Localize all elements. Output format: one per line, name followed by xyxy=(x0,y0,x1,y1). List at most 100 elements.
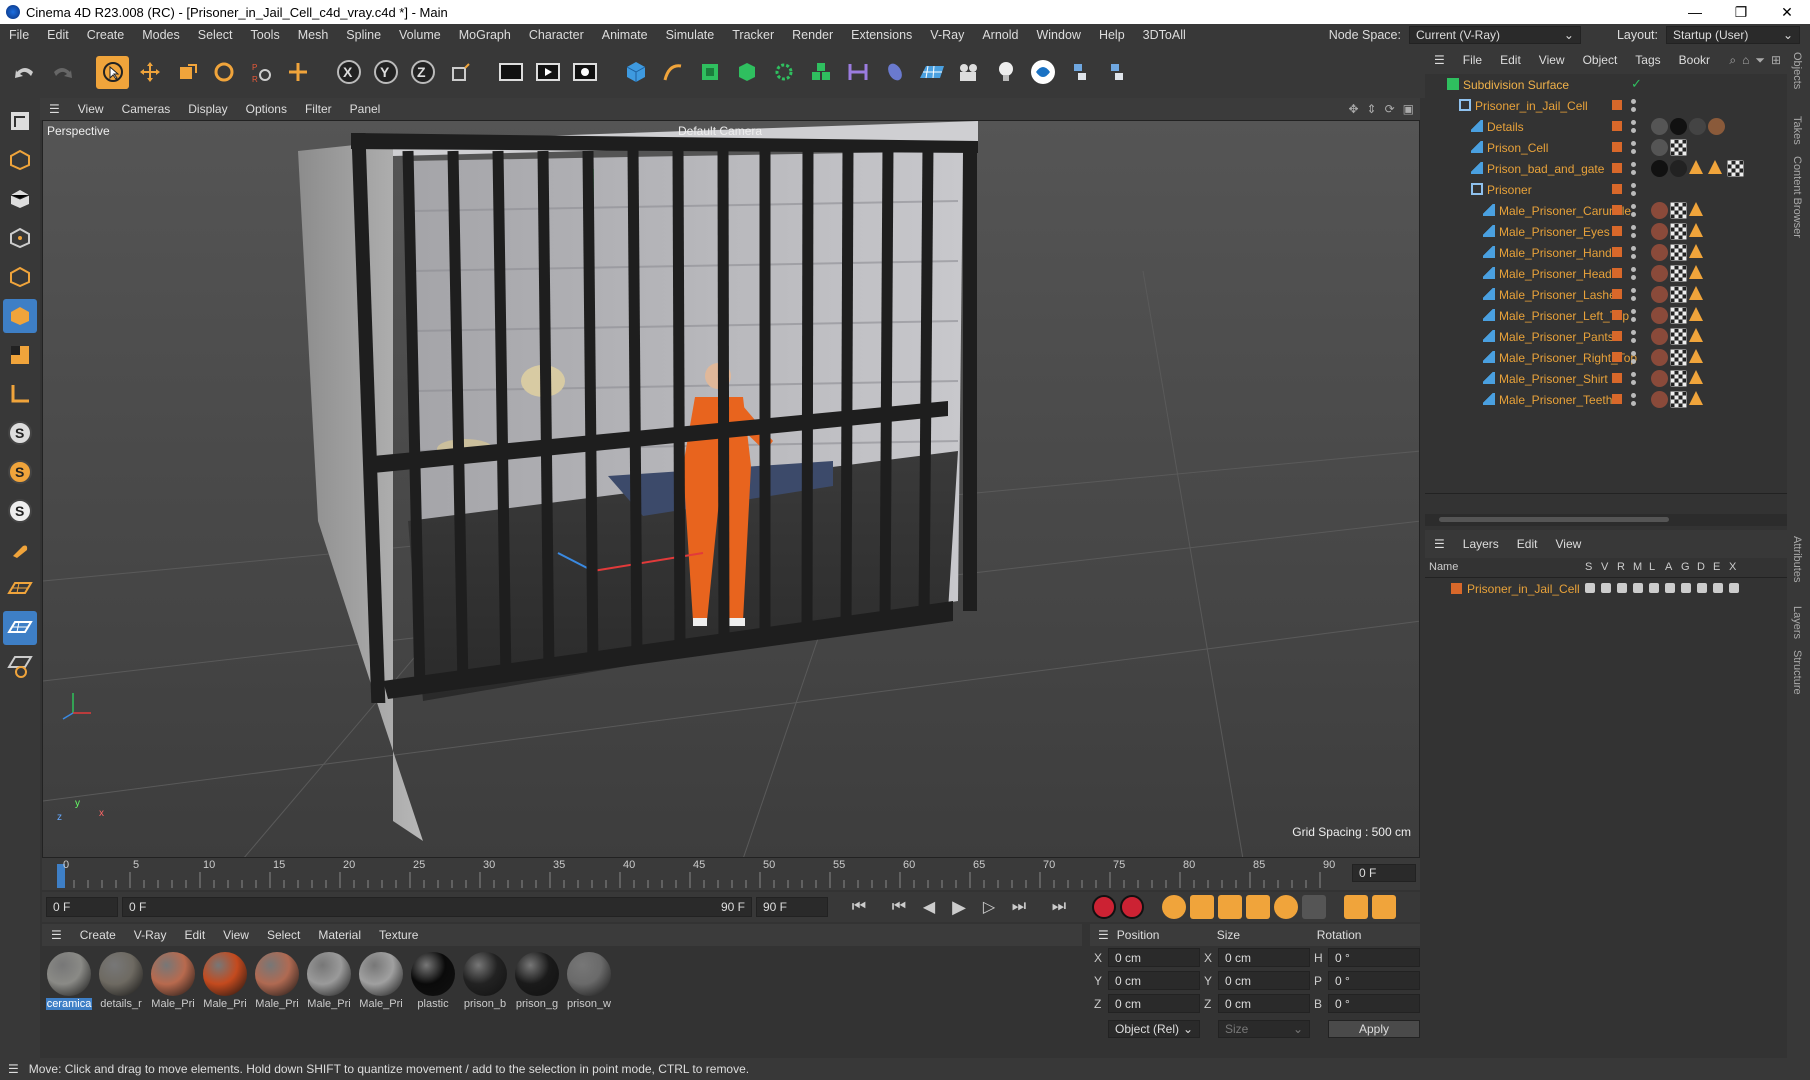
object-tree-row[interactable]: Prisoner xyxy=(1425,179,1787,200)
editor-visibility-dot[interactable] xyxy=(1631,309,1636,314)
layer-toggle-icon[interactable] xyxy=(1585,583,1595,593)
tab-layers[interactable]: Layers xyxy=(1791,606,1803,639)
render-view-button[interactable] xyxy=(531,56,564,89)
layer-column-a[interactable]: A xyxy=(1665,561,1672,573)
material-swatch[interactable]: Male_Pri xyxy=(254,952,300,1010)
material-tag-icon[interactable] xyxy=(1670,118,1687,135)
material-tag-icon[interactable] xyxy=(1651,139,1668,156)
x-axis-lock-button[interactable]: X xyxy=(332,56,365,89)
hamburger-icon[interactable]: ☰ xyxy=(40,102,69,116)
timeline-ruler[interactable]: 0 5 10 15 20 25 30 35 40 45 50 55 60 65 70 75 80 85 90 0 F xyxy=(42,858,1420,890)
render-visibility-dot[interactable] xyxy=(1631,128,1636,133)
dolly-view-icon[interactable]: ⇕ xyxy=(1367,102,1377,116)
hamburger-icon[interactable]: ☰ xyxy=(1425,537,1454,551)
layer-color-swatch[interactable] xyxy=(1612,226,1622,236)
material-tag-icon[interactable] xyxy=(1670,223,1687,240)
rotate-tool-button[interactable] xyxy=(207,56,240,89)
edge-mode-icon[interactable] xyxy=(3,260,37,294)
editor-visibility-dot[interactable] xyxy=(1631,120,1636,125)
object-name[interactable]: Details xyxy=(1487,120,1524,134)
hamburger-icon[interactable]: ☰ xyxy=(1090,928,1117,942)
material-tag-icon[interactable] xyxy=(1689,391,1703,405)
material-tag-icon[interactable] xyxy=(1708,160,1722,174)
subdivision-surface-icon[interactable] xyxy=(693,56,726,89)
axis-mode-icon[interactable] xyxy=(3,377,37,411)
material-swatch[interactable]: prison_g xyxy=(514,952,560,1010)
material-tag-icon[interactable] xyxy=(1727,160,1744,177)
render-visibility-dot[interactable] xyxy=(1631,233,1636,238)
timeline-window-icon[interactable] xyxy=(1372,895,1396,919)
material-menu-material[interactable]: Material xyxy=(309,928,370,942)
material-tag-icon[interactable] xyxy=(1670,370,1687,387)
editor-visibility-dot[interactable] xyxy=(1631,267,1636,272)
viewport-menu-filter[interactable]: Filter xyxy=(296,102,341,116)
keyframe-selection-icon[interactable] xyxy=(1162,895,1186,919)
material-swatch[interactable]: Male_Pri xyxy=(202,952,248,1010)
menu-animate[interactable]: Animate xyxy=(593,28,657,42)
menu-file[interactable]: File xyxy=(0,28,38,42)
tab-content-browser[interactable]: Content Browser xyxy=(1791,156,1803,238)
material-tag-icon[interactable] xyxy=(1689,286,1703,300)
layer-column-v[interactable]: V xyxy=(1601,561,1608,573)
size-field[interactable]: 0 cm xyxy=(1218,971,1310,990)
object-tree-row[interactable]: Subdivision Surface ✓ xyxy=(1425,74,1787,95)
render-visibility-dot[interactable] xyxy=(1631,338,1636,343)
pen-spline-icon[interactable] xyxy=(656,56,689,89)
object-tree-row[interactable]: Male_Prisoner_Shirt xyxy=(1425,368,1787,389)
layer-color-swatch[interactable] xyxy=(1612,310,1622,320)
object-tree-row[interactable]: Male_Prisoner_Lashes xyxy=(1425,284,1787,305)
go-to-start-icon[interactable]: ⏮ xyxy=(846,898,872,916)
layer-toggle-icon[interactable] xyxy=(1729,583,1739,593)
scale-tool-button[interactable] xyxy=(170,56,203,89)
menu-arnold[interactable]: Arnold xyxy=(973,28,1027,42)
search-icon[interactable]: ⌕ xyxy=(1729,53,1736,68)
deformer-icon[interactable] xyxy=(841,56,874,89)
material-swatch[interactable]: details_r xyxy=(98,952,144,1010)
render-visibility-dot[interactable] xyxy=(1631,380,1636,385)
close-button[interactable]: ✕ xyxy=(1764,0,1810,24)
render-visibility-dot[interactable] xyxy=(1631,296,1636,301)
layer-column-e[interactable]: E xyxy=(1713,561,1720,573)
object-tree-row[interactable]: Prison_Cell xyxy=(1425,137,1787,158)
object-tree-row[interactable]: Male_Prisoner_Hands xyxy=(1425,242,1787,263)
menu-window[interactable]: Window xyxy=(1027,28,1089,42)
material-tag-icon[interactable] xyxy=(1670,349,1687,366)
extrude-icon[interactable] xyxy=(730,56,763,89)
menu-mesh[interactable]: Mesh xyxy=(289,28,338,42)
material-swatch[interactable]: prison_w xyxy=(566,952,612,1010)
editor-visibility-dot[interactable] xyxy=(1631,330,1636,335)
object-tree-row[interactable]: Male_Prisoner_Head xyxy=(1425,263,1787,284)
material-tag-icon[interactable] xyxy=(1689,328,1703,342)
viewport-menu-cameras[interactable]: Cameras xyxy=(113,102,180,116)
object-tree-row[interactable]: Male_Prisoner_Left_Top xyxy=(1425,305,1787,326)
layer-menu-edit[interactable]: Edit xyxy=(1508,537,1547,551)
apply-button[interactable]: Apply xyxy=(1328,1019,1420,1038)
undo-button[interactable] xyxy=(8,56,41,89)
key-pla-icon[interactable] xyxy=(1302,895,1326,919)
render-visibility-dot[interactable] xyxy=(1631,212,1636,217)
transform-tool-button[interactable] xyxy=(281,56,314,89)
snap-settings-icon[interactable]: S xyxy=(3,455,37,489)
material-tag-icon[interactable] xyxy=(1689,223,1703,237)
object-name[interactable]: Subdivision Surface xyxy=(1463,78,1569,92)
render-visibility-dot[interactable] xyxy=(1631,149,1636,154)
previous-frame-icon[interactable]: ◀ xyxy=(916,897,942,917)
editor-visibility-dot[interactable] xyxy=(1631,288,1636,293)
material-tag-icon[interactable] xyxy=(1651,349,1668,366)
layer-column-x[interactable]: X xyxy=(1729,561,1736,573)
material-tag-icon[interactable] xyxy=(1651,244,1668,261)
start-frame-field[interactable]: 0 F xyxy=(46,897,118,917)
field-icon[interactable] xyxy=(878,56,911,89)
locked-workplane-icon[interactable] xyxy=(3,611,37,645)
move-tool-button[interactable] xyxy=(133,56,166,89)
menu-mograph[interactable]: MoGraph xyxy=(450,28,520,42)
menu-extensions[interactable]: Extensions xyxy=(842,28,921,42)
key-scale-icon[interactable] xyxy=(1218,895,1242,919)
object-tree-row[interactable]: Male_Prisoner_Caruncle xyxy=(1425,200,1787,221)
editor-visibility-dot[interactable] xyxy=(1631,372,1636,377)
material-tag-icon[interactable] xyxy=(1689,118,1706,135)
layer-color-swatch[interactable] xyxy=(1612,331,1622,341)
layer-color-swatch[interactable] xyxy=(1612,142,1622,152)
object-tree-row[interactable]: Male_Prisoner_Pants xyxy=(1425,326,1787,347)
minimize-button[interactable]: — xyxy=(1672,0,1718,24)
